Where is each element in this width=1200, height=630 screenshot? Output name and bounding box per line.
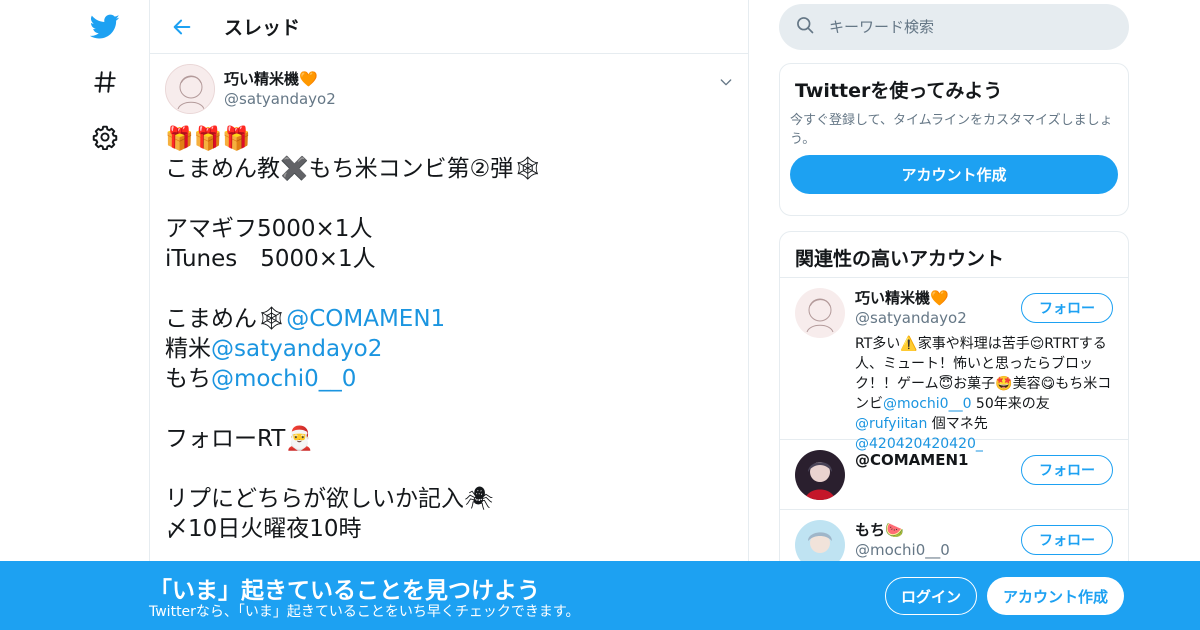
follow-button[interactable]: フォロー — [1021, 455, 1113, 485]
bio-text: 個マネ先 — [927, 416, 988, 432]
banner-title: 「いま」起きていることを見つけよう — [149, 578, 540, 604]
tweet-line-text: もち — [165, 366, 211, 392]
tweet-line: 🎁🎁🎁 — [165, 126, 251, 152]
signup-button[interactable]: アカウント作成 — [987, 577, 1124, 615]
signup-banner: 「いま」起きていることを見つけよう Twitterなら、「いま」起きていることを… — [0, 561, 1200, 630]
arrow-left-icon[interactable] — [170, 15, 194, 39]
thread-column: スレッド 巧い精米機🧡 @satyandayo2 🎁🎁🎁 こまめん教✖️もち米コ… — [149, 0, 749, 630]
chevron-down-icon[interactable] — [718, 74, 734, 94]
avatar[interactable] — [795, 450, 845, 500]
tweet-line: アマギフ5000×1人 — [165, 216, 373, 242]
left-nav — [60, 0, 150, 630]
avatar[interactable] — [795, 288, 845, 338]
mention-link[interactable]: @mochi0__0 — [883, 396, 971, 412]
thread-header: スレッド — [150, 0, 748, 54]
twitter-bird-icon[interactable] — [88, 10, 122, 44]
hashtag-icon[interactable] — [88, 65, 122, 99]
mention-link[interactable]: @COMAMEN1 — [286, 306, 445, 332]
account-item[interactable]: @COMAMEN1 フォロー — [780, 440, 1128, 510]
tweet-line: もち@mochi0__0 — [165, 364, 733, 394]
author-name[interactable]: 巧い精米機🧡 — [224, 69, 336, 89]
bio-text: 50年来の友 — [971, 396, 1050, 412]
mention-link[interactable]: @satyandayo2 — [211, 336, 382, 362]
mention-link[interactable]: @rufyiitan — [855, 416, 927, 432]
banner-subtitle: Twitterなら、「いま」起きていることをいち早くチェックできます。 — [149, 604, 580, 620]
account-item[interactable]: 巧い精米機🧡 @satyandayo2 RT多い⚠️家事や料理は苦手😌RTRTす… — [780, 278, 1128, 452]
signup-description: 今すぐ登録して、タイムラインをカスタマイズしましょう。 — [790, 113, 1113, 147]
page-title: スレッド — [224, 17, 301, 39]
account-bio: RT多い⚠️家事や料理は苦手😌RTRTする人、ミュート！怖いと思ったらブロック！… — [855, 334, 1113, 454]
tweet-line-text: 精米 — [165, 336, 211, 362]
search-bar[interactable] — [779, 4, 1129, 50]
tweet-line: リプにどちらが欲しいか記入🕷 — [165, 486, 494, 512]
signup-title: Twitterを使ってみよう — [795, 80, 1003, 102]
tweet-line: フォローRT🎅 — [165, 426, 314, 452]
avatar[interactable] — [165, 64, 215, 114]
mention-link[interactable]: @mochi0__0 — [211, 366, 356, 392]
related-accounts-title: 関連性の高いアカウント — [780, 232, 1128, 278]
tweet-line: 精米@satyandayo2 — [165, 334, 733, 364]
tweet-text: 🎁🎁🎁 こまめん教✖️もち米コンビ第②弾🕸 アマギフ5000×1人 iTunes… — [165, 124, 733, 544]
create-account-button[interactable]: アカウント作成 — [790, 155, 1118, 194]
tweet-line: iTunes 5000×1人 — [165, 246, 376, 272]
author-handle[interactable]: @satyandayo2 — [224, 89, 336, 109]
search-input[interactable] — [829, 18, 1109, 36]
login-button[interactable]: ログイン — [885, 577, 977, 615]
tweet: 巧い精米機🧡 @satyandayo2 🎁🎁🎁 こまめん教✖️もち米コンビ第②弾… — [150, 54, 748, 544]
tweet-line: こまめん教✖️もち米コンビ第②弾🕸 — [165, 156, 543, 182]
page: スレッド 巧い精米機🧡 @satyandayo2 🎁🎁🎁 こまめん教✖️もち米コ… — [0, 0, 1200, 630]
gear-icon[interactable] — [88, 120, 122, 154]
tweet-line: 〆10日火曜夜10時 — [165, 516, 362, 542]
tweet-line: こまめん🕸@COMAMEN1 — [165, 304, 733, 334]
signup-card: Twitterを使ってみよう 今すぐ登録して、タイムラインをカスタマイズしましょ… — [779, 63, 1129, 216]
search-icon — [795, 15, 815, 39]
tweet-author[interactable]: 巧い精米機🧡 @satyandayo2 — [165, 64, 733, 114]
tweet-line-text: こまめん🕸 — [165, 306, 287, 332]
follow-button[interactable]: フォロー — [1021, 293, 1113, 323]
follow-button[interactable]: フォロー — [1021, 525, 1113, 555]
